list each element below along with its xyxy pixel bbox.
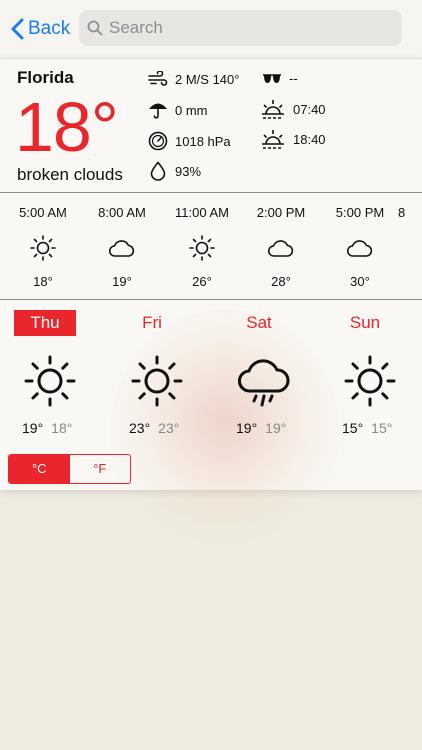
day-forecast[interactable]: Thu 19° 18°	[14, 310, 112, 436]
sun-icon	[24, 355, 76, 407]
hourly-item: 5:00 PM 30°	[320, 205, 400, 289]
gauge-icon	[148, 131, 168, 151]
precipitation-value: 0 mm	[175, 102, 208, 118]
sun-icon	[189, 235, 215, 261]
hour-time: 11:00 AM	[175, 205, 229, 220]
day-high: 23°	[129, 420, 151, 436]
sun-icon	[131, 355, 183, 407]
hour-temp: 28°	[271, 274, 291, 289]
pressure-stat: 1018 hPa	[148, 131, 231, 151]
celsius-button[interactable]: °C	[9, 455, 70, 483]
day-low: 15°	[371, 420, 393, 436]
sunset-icon	[262, 130, 284, 149]
hour-time: 8	[398, 205, 406, 220]
water-drop-icon	[150, 161, 166, 181]
day-low: 19°	[265, 420, 287, 436]
day-high: 19°	[22, 420, 44, 436]
hour-time: 2:00 PM	[256, 205, 306, 220]
back-button[interactable]: Back	[10, 14, 70, 44]
day-low: 18°	[51, 420, 73, 436]
pressure-value: 1018 hPa	[175, 133, 231, 149]
city-name: Florida	[17, 68, 74, 87]
weather-card: Florida 18° broken clouds 2 M/S 140° -- …	[0, 58, 422, 559]
hour-time: 5:00 PM	[335, 205, 385, 220]
day-low: 23°	[158, 420, 180, 436]
sun-icon	[344, 355, 396, 407]
sunglasses-icon	[263, 73, 281, 83]
humidity-value: 93%	[175, 163, 202, 179]
sunrise-icon	[262, 100, 284, 119]
cloud-icon	[346, 240, 373, 257]
fahrenheit-button[interactable]: °F	[70, 455, 131, 483]
hour-temp: 18°	[33, 274, 53, 289]
humidity-stat: 93%	[148, 161, 201, 181]
current-temperature: 18°	[15, 88, 119, 166]
back-label: Back	[28, 18, 71, 39]
day-forecast[interactable]: Sun 15° 15°	[342, 310, 422, 436]
cloud-icon	[108, 240, 135, 257]
sunset-value: 18:40	[293, 131, 326, 147]
precipitation-stat: 0 mm	[148, 101, 208, 119]
cloud-icon	[267, 240, 294, 257]
hourly-item-partial: 8	[398, 205, 422, 220]
umbrella-icon	[149, 103, 167, 119]
day-name[interactable]: Sat	[228, 310, 290, 336]
day-forecast[interactable]: Fri 23° 23°	[129, 310, 219, 436]
day-name[interactable]: Fri	[121, 310, 183, 336]
hour-temp: 19°	[112, 274, 132, 289]
search-input[interactable]	[109, 18, 379, 38]
rain-cloud-icon	[238, 359, 290, 407]
sunrise-value: 07:40	[293, 101, 326, 117]
day-name[interactable]: Sun	[334, 310, 396, 336]
wind-value: 2 M/S 140°	[175, 71, 240, 87]
day-name-selected[interactable]: Thu	[14, 310, 76, 336]
uv-value: --	[289, 71, 298, 86]
uv-stat: --	[262, 71, 298, 86]
chevron-left-icon	[11, 18, 24, 40]
navigation-bar: Back	[0, 0, 422, 58]
day-high: 15°	[342, 420, 364, 436]
hour-temp: 26°	[192, 274, 212, 289]
hour-time: 5:00 AM	[19, 205, 67, 220]
weather-condition: broken clouds	[17, 165, 123, 184]
sunrise-stat: 07:40	[260, 99, 326, 119]
hourly-item: 2:00 PM 28°	[241, 205, 321, 289]
day-forecast[interactable]: Sat 19° 19°	[236, 310, 326, 436]
hourly-item: 8:00 AM 19°	[82, 205, 162, 289]
wind-stat: 2 M/S 140°	[148, 71, 239, 87]
hour-temp: 30°	[350, 274, 370, 289]
hourly-forecast[interactable]: 5:00 AM 18° 8:00 AM 19° 11:00 AM 26° 2:0…	[0, 193, 422, 299]
wind-icon	[148, 71, 168, 86]
sunset-stat: 18:40	[260, 129, 326, 149]
day-high: 19°	[236, 420, 258, 436]
unit-toggle[interactable]: °C °F	[8, 454, 131, 484]
search-icon	[87, 20, 103, 36]
sun-icon	[30, 235, 56, 261]
search-bar[interactable]	[79, 10, 402, 46]
hour-time: 8:00 AM	[98, 205, 146, 220]
hourly-item: 5:00 AM 18°	[3, 205, 83, 289]
hourly-item: 11:00 AM 26°	[162, 205, 242, 289]
